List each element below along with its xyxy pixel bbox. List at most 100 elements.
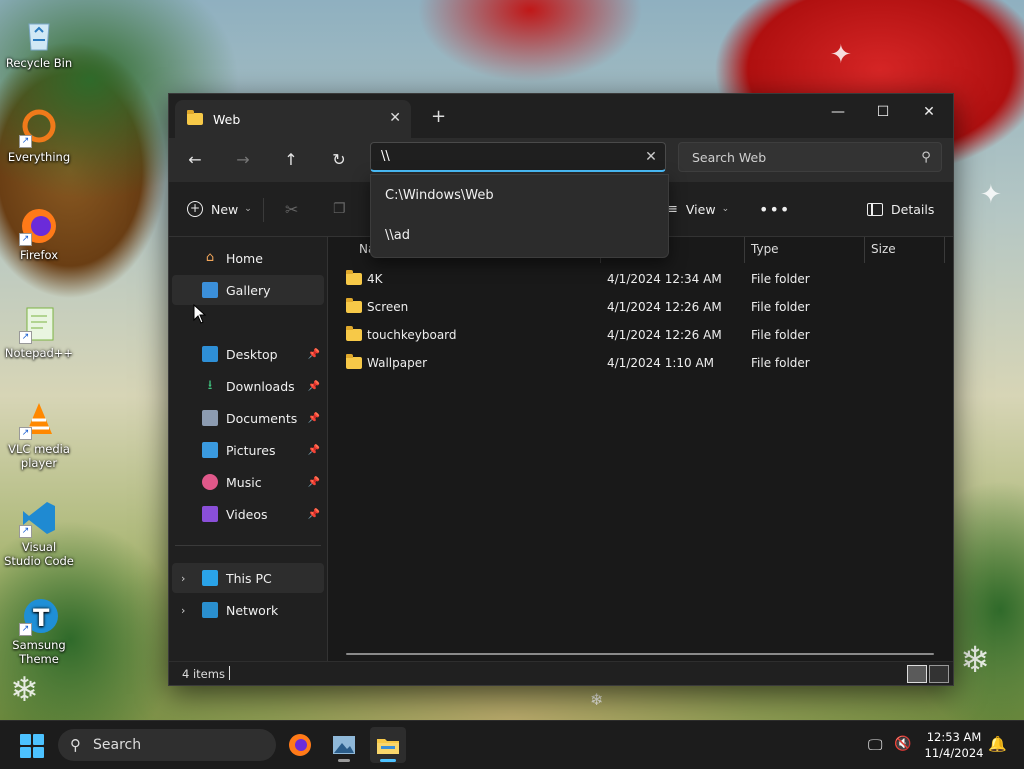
sidebar-item-home[interactable]: ⌂ Home <box>172 243 324 273</box>
shortcut-arrow-icon: ↗ <box>19 525 32 538</box>
sidebar-item-pictures[interactable]: Pictures 📌 <box>172 435 324 465</box>
file-date: 4/1/2024 12:26 AM <box>607 300 722 314</box>
shortcut-arrow-icon: ↗ <box>19 331 32 344</box>
search-icon[interactable]: ⚲ <box>911 150 941 165</box>
details-view-icon[interactable] <box>907 665 927 683</box>
system-clock[interactable]: 12:53 AM 11/4/2024 <box>918 729 990 761</box>
file-name: 4K <box>367 272 383 286</box>
sidebar-item-this-pc[interactable]: › This PC <box>172 563 324 593</box>
network-status-icon[interactable]: 🖵 <box>868 736 882 754</box>
plus-circle-icon: + <box>187 201 203 217</box>
tab-web[interactable]: Web ✕ <box>175 100 411 138</box>
table-row[interactable]: 4K 4/1/2024 12:34 AM File folder <box>336 265 926 293</box>
desktop-icon-everything[interactable]: ↗ Everything <box>4 108 74 164</box>
column-separator[interactable] <box>944 237 945 263</box>
item-count: 4 items <box>182 667 225 681</box>
column-separator[interactable] <box>744 237 745 263</box>
vlc-icon: ↗ <box>19 400 59 440</box>
taskbar-search-input[interactable] <box>91 736 255 754</box>
desktop-icon-firefox[interactable]: ↗ Firefox <box>4 206 74 262</box>
refresh-icon[interactable]: ↻ <box>327 148 351 172</box>
forward-arrow-icon[interactable]: → <box>231 148 255 172</box>
table-row[interactable]: touchkeyboard 4/1/2024 12:26 AM File fol… <box>336 321 926 349</box>
sidebar-divider <box>175 545 321 546</box>
desktop-icon-notepad-plus-plus[interactable]: ↗ Notepad++ <box>4 304 74 360</box>
taskbar-search[interactable]: ⚲ <box>58 729 276 761</box>
pin-icon[interactable]: 📌 <box>308 509 320 520</box>
pin-icon[interactable]: 📌 <box>308 413 320 424</box>
music-icon <box>202 474 218 490</box>
more-options-icon[interactable]: ••• <box>759 196 790 222</box>
sidebar-item-gallery[interactable]: Gallery <box>172 275 324 305</box>
mouse-cursor-icon <box>193 304 207 324</box>
details-button[interactable]: Details <box>867 196 934 222</box>
volume-muted-icon[interactable]: 🔇 <box>894 736 911 752</box>
large-icons-view-icon[interactable] <box>929 665 949 683</box>
sidebar-item-label: Network <box>226 602 279 618</box>
up-arrow-icon[interactable]: ↑ <box>279 148 303 172</box>
sidebar-item-documents[interactable]: Documents 📌 <box>172 403 324 433</box>
snowflake-decoration: ❄ <box>960 640 991 681</box>
cut-icon[interactable]: ✂ <box>285 196 298 222</box>
table-row[interactable]: Screen 4/1/2024 12:26 AM File folder <box>336 293 926 321</box>
sidebar-item-label: Downloads <box>226 378 295 394</box>
status-divider <box>229 666 230 680</box>
sidebar-item-music[interactable]: Music 📌 <box>172 467 324 497</box>
address-input[interactable] <box>371 148 637 165</box>
search-box[interactable]: ⚲ <box>678 142 942 172</box>
new-label: New <box>211 201 239 217</box>
sidebar-item-desktop[interactable]: Desktop 📌 <box>172 339 324 369</box>
windows-start-icon[interactable] <box>20 734 44 758</box>
chevron-right-icon[interactable]: › <box>181 604 185 617</box>
pin-icon[interactable]: 📌 <box>308 445 320 456</box>
view-button[interactable]: ≡ View ⌄ <box>667 196 729 222</box>
suggestion-item[interactable]: \\ad <box>385 228 410 243</box>
pin-icon[interactable]: 📌 <box>308 477 320 488</box>
pin-icon[interactable]: 📌 <box>308 381 320 392</box>
minimize-icon[interactable]: — <box>815 98 861 126</box>
column-header-size[interactable]: Size <box>871 237 896 263</box>
chevron-down-icon: ⌄ <box>721 204 730 214</box>
search-icon: ⚲ <box>70 736 81 754</box>
notification-bell-icon[interactable]: 🔔 <box>988 735 1007 753</box>
address-bar[interactable]: ✕ <box>370 142 666 172</box>
back-arrow-icon[interactable]: ← <box>183 148 207 172</box>
desktop-icon-vlc[interactable]: ↗ VLC media player <box>4 400 74 470</box>
chevron-right-icon[interactable]: › <box>181 572 185 585</box>
search-input[interactable] <box>679 148 911 166</box>
sidebar-item-network[interactable]: › Network <box>172 595 324 625</box>
view-label: View <box>685 201 716 217</box>
sidebar-item-videos[interactable]: Videos 📌 <box>172 499 324 529</box>
sidebar-item-label: Gallery <box>226 282 271 298</box>
taskbar-file-explorer[interactable] <box>370 727 406 763</box>
copy-icon[interactable]: ❐ <box>333 196 346 222</box>
desktop-icon-vscode[interactable]: ↗ Visual Studio Code <box>4 498 74 568</box>
column-separator[interactable] <box>864 237 865 263</box>
file-date: 4/1/2024 12:26 AM <box>607 328 722 342</box>
desktop-icon-recycle-bin[interactable]: Recycle Bin <box>4 14 74 70</box>
desktop-icon-samsung-theme[interactable]: T ↗ Samsung Theme <box>4 596 74 666</box>
details-pane-icon <box>867 202 883 216</box>
file-type: File folder <box>751 300 810 314</box>
maximize-icon[interactable]: ☐ <box>860 98 906 126</box>
title-bar[interactable]: Web ✕ + — ☐ ✕ <box>169 94 953 138</box>
taskbar-firefox[interactable] <box>282 727 318 763</box>
clear-address-icon[interactable]: ✕ <box>637 149 665 165</box>
tab-title: Web <box>213 111 241 127</box>
new-button[interactable]: + New ⌄ <box>187 196 252 222</box>
taskbar-snipping-app[interactable] <box>326 727 362 763</box>
suggestion-item[interactable]: C:\Windows\Web <box>385 188 494 203</box>
table-row[interactable]: Wallpaper 4/1/2024 1:10 AM File folder <box>336 349 926 377</box>
sidebar-item-downloads[interactable]: ⭳ Downloads 📌 <box>172 371 324 401</box>
new-tab-icon[interactable]: + <box>431 106 446 127</box>
desktop-icon-label: Recycle Bin <box>5 56 73 70</box>
pin-icon[interactable]: 📌 <box>308 349 320 360</box>
horizontal-scrollbar[interactable] <box>346 653 934 655</box>
file-explorer-icon <box>377 739 399 754</box>
close-tab-icon[interactable]: ✕ <box>389 110 401 126</box>
folder-icon <box>187 110 203 125</box>
close-window-icon[interactable]: ✕ <box>906 98 952 126</box>
recycle-bin-icon <box>19 14 59 54</box>
folder-icon <box>346 326 362 341</box>
column-header-type[interactable]: Type <box>751 237 779 263</box>
